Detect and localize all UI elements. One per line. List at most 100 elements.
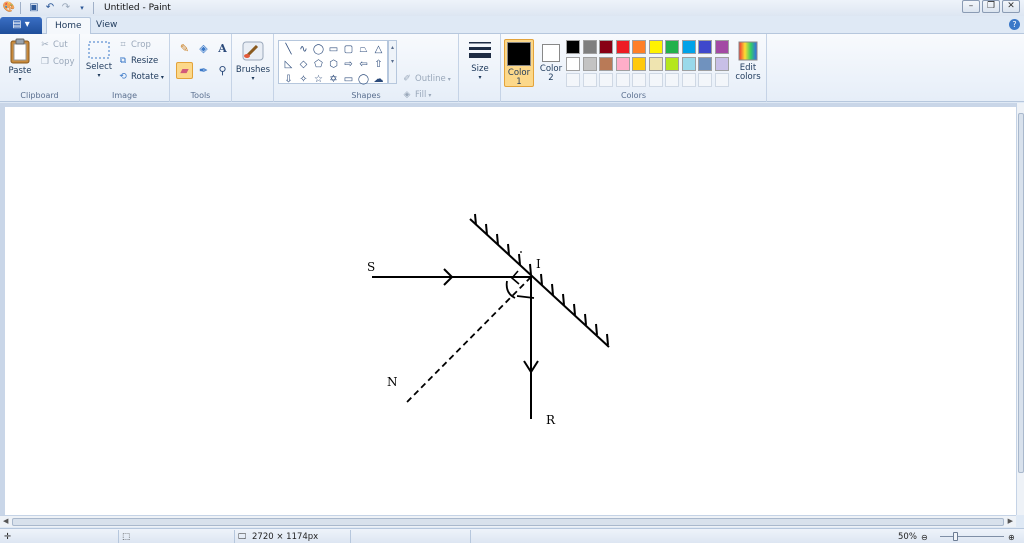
close-button[interactable]: ✕ — [1002, 0, 1020, 13]
triangle-shape-icon[interactable]: △ — [371, 42, 386, 57]
palette-swatch[interactable] — [681, 40, 696, 54]
custom-color-slot[interactable] — [648, 73, 663, 87]
rotate-icon: ⟲ — [119, 72, 127, 82]
tab-view[interactable]: View — [88, 17, 125, 35]
color-picker-icon[interactable]: ✒ — [195, 62, 212, 79]
resize-button[interactable]: ⧉ Resize — [118, 56, 158, 66]
scroll-right-icon[interactable]: ▶ — [1008, 517, 1013, 525]
line-shape-icon[interactable]: ╲ — [281, 42, 296, 57]
color1-button[interactable]: Color 1 — [504, 39, 534, 87]
zoom-out-icon[interactable]: ⊖ — [921, 531, 928, 543]
palette-swatch[interactable] — [632, 40, 646, 54]
scroll-left-icon[interactable]: ◀ — [3, 517, 8, 525]
diamond-shape-icon[interactable]: ◇ — [296, 57, 311, 72]
horizontal-scrollbar[interactable]: ◀ ▶ — [0, 515, 1016, 527]
vertical-scroll-thumb[interactable] — [1018, 113, 1024, 473]
horizontal-scroll-thumb[interactable] — [12, 518, 1004, 526]
scissors-icon: ✂ — [41, 40, 49, 50]
minimize-button[interactable]: – — [962, 0, 980, 13]
palette-swatch[interactable] — [615, 40, 630, 54]
file-menu-button[interactable]: ▤ ▾ — [0, 17, 42, 34]
custom-color-slot[interactable] — [582, 73, 597, 87]
palette-swatch[interactable] — [698, 40, 712, 54]
customize-quick-access-icon[interactable]: ▾ — [75, 1, 89, 15]
palette-swatch[interactable] — [566, 40, 580, 54]
custom-color-slot[interactable] — [698, 73, 712, 87]
four-point-star-shape-icon[interactable]: ✧ — [296, 72, 311, 87]
rectangle-shape-icon[interactable]: ▭ — [326, 42, 341, 57]
palette-swatch[interactable] — [648, 56, 663, 71]
image-size-text: 2720 × 1174px — [252, 532, 319, 542]
restore-button[interactable]: ❐ — [982, 0, 1000, 13]
palette-swatch[interactable] — [665, 40, 679, 54]
right-triangle-shape-icon[interactable]: ◺ — [281, 57, 296, 72]
left-arrow-shape-icon[interactable]: ⇦ — [356, 57, 371, 72]
custom-color-slot[interactable] — [665, 73, 679, 87]
select-button[interactable]: Select ▾ — [84, 40, 114, 79]
palette-swatch[interactable] — [648, 40, 663, 54]
cut-button[interactable]: ✂ Cut — [40, 40, 67, 50]
magnifier-icon[interactable]: ⚲ — [214, 62, 231, 79]
right-arrow-shape-icon[interactable]: ⇨ — [341, 57, 356, 72]
zoom-slider-track[interactable] — [940, 536, 1004, 537]
oval-shape-icon[interactable]: ◯ — [311, 42, 326, 57]
custom-color-slot[interactable] — [632, 73, 646, 87]
palette-swatch[interactable] — [566, 56, 580, 71]
fill-bucket-icon[interactable]: ◈ — [195, 40, 212, 57]
cloud-callout-shape-icon[interactable]: ☁ — [371, 72, 386, 87]
rounded-callout-shape-icon[interactable]: ▭ — [341, 72, 356, 87]
oval-callout-shape-icon[interactable]: ◯ — [356, 72, 371, 87]
pentagon-shape-icon[interactable]: ⬠ — [311, 57, 326, 72]
copy-icon: ❐ — [40, 57, 50, 67]
shapes-gallery-scroll[interactable]: ▴ ▾ — [388, 40, 397, 84]
polygon-shape-icon[interactable]: ⏢ — [356, 42, 371, 57]
save-icon[interactable]: ▣ — [27, 1, 41, 15]
size-button[interactable]: Size ▾ — [463, 40, 497, 81]
vertical-scrollbar[interactable] — [1016, 103, 1024, 515]
rounded-rectangle-shape-icon[interactable]: ▢ — [341, 42, 356, 57]
down-arrow-shape-icon[interactable]: ⇩ — [281, 72, 296, 87]
zoom-slider-thumb[interactable] — [953, 532, 958, 541]
six-point-star-shape-icon[interactable]: ✡ — [326, 72, 341, 87]
rotate-button[interactable]: ⟲ Rotate ▾ — [118, 72, 164, 82]
curve-shape-icon[interactable]: ∿ — [296, 42, 311, 57]
pencil-icon[interactable]: ✎ — [176, 40, 193, 57]
palette-swatch[interactable] — [615, 56, 630, 71]
custom-color-slot[interactable] — [566, 73, 580, 87]
eraser-icon[interactable]: ▰ — [176, 62, 193, 79]
palette-swatch[interactable] — [698, 56, 712, 71]
fill-button[interactable]: ◈ Fill ▾ — [402, 90, 432, 100]
five-point-star-shape-icon[interactable]: ☆ — [311, 72, 326, 87]
copy-button[interactable]: ❐ Copy — [40, 57, 75, 67]
palette-swatch[interactable] — [714, 40, 729, 54]
outline-button[interactable]: ✐ Outline ▾ — [402, 74, 451, 84]
palette-swatch[interactable] — [665, 56, 679, 71]
up-arrow-shape-icon[interactable]: ⇧ — [371, 57, 386, 72]
palette-swatch[interactable] — [599, 40, 613, 54]
paint-app-icon[interactable]: 🎨 — [2, 1, 16, 15]
palette-swatch[interactable] — [599, 56, 613, 71]
tab-home[interactable]: Home — [46, 17, 91, 35]
palette-swatch[interactable] — [632, 56, 646, 71]
text-tool-icon[interactable]: A — [214, 40, 231, 57]
drawing-canvas[interactable]: S I N R — [5, 107, 1016, 515]
edit-colors-button[interactable]: Edit colors — [733, 40, 763, 82]
palette-swatch[interactable] — [582, 40, 597, 54]
help-icon[interactable]: ? — [1009, 19, 1020, 30]
paste-button[interactable]: Paste ▾ — [4, 38, 36, 83]
hexagon-shape-icon[interactable]: ⬡ — [326, 57, 341, 72]
outline-icon: ✐ — [403, 74, 411, 84]
zoom-in-icon[interactable]: ⊕ — [1008, 531, 1015, 543]
redo-icon[interactable]: ↷ — [59, 1, 73, 15]
crop-button[interactable]: ⌗ Crop — [118, 40, 150, 50]
palette-swatch[interactable] — [714, 56, 729, 71]
color2-button[interactable]: Color 2 — [536, 39, 566, 87]
palette-swatch[interactable] — [681, 56, 696, 71]
custom-color-slot[interactable] — [615, 73, 630, 87]
brushes-button[interactable]: Brushes ▾ — [235, 39, 271, 82]
palette-swatch[interactable] — [582, 56, 597, 71]
custom-color-slot[interactable] — [714, 73, 729, 87]
undo-icon[interactable]: ↶ — [43, 1, 57, 15]
custom-color-slot[interactable] — [681, 73, 696, 87]
custom-color-slot[interactable] — [599, 73, 613, 87]
